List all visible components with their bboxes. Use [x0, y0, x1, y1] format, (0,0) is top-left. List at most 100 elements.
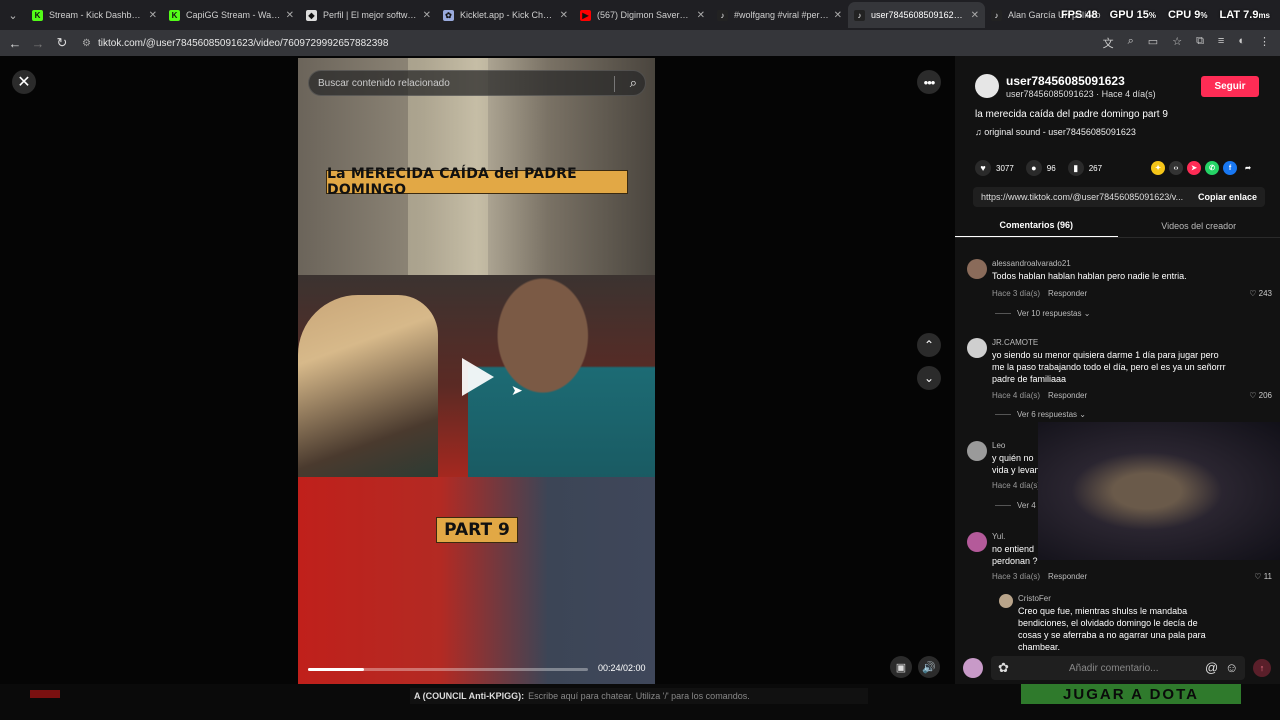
bookmark-icon[interactable]: ▮	[1067, 160, 1084, 176]
send-to-friends-icon[interactable]: ➤	[1187, 161, 1201, 175]
browser-tab[interactable]: ♪ user78456085091623 (@us ✕	[848, 2, 985, 28]
more-options-icon[interactable]: •••	[917, 70, 941, 94]
person-left	[298, 295, 438, 477]
tab-close-icon[interactable]: ✕	[971, 10, 979, 21]
save-stat[interactable]: ▮ 267	[1067, 160, 1102, 176]
browser-menu-icon[interactable]: ⋮	[1259, 35, 1270, 51]
tab-strip: K Stream - Kick Dashboard ✕ K CapiGG Stream …	[26, 2, 1122, 28]
like-stat[interactable]: ♥ 3077	[975, 160, 1014, 176]
facebook-icon[interactable]: f	[1223, 161, 1237, 175]
translate-icon[interactable]: 文	[1103, 35, 1114, 51]
share-arrow-icon[interactable]: ➦	[1241, 161, 1255, 175]
commenter-avatar[interactable]	[967, 532, 987, 552]
emoji-icon[interactable]: ☺	[1225, 660, 1238, 675]
send-comment-button[interactable]: ↑	[1253, 659, 1271, 677]
author-username[interactable]: user78456085091623	[1006, 74, 1125, 88]
tab-close-icon[interactable]: ✕	[286, 10, 294, 21]
comment-username[interactable]: JR.CAMOTE	[992, 338, 1038, 347]
view-replies-button[interactable]: Ver 6 respuestas ⌄	[995, 410, 1086, 419]
reply-button[interactable]: Responder	[1048, 289, 1087, 298]
extensions-icon[interactable]: ⧉	[1196, 35, 1204, 51]
view-replies-button[interactable]: Ver 10 respuestas ⌄	[995, 309, 1090, 318]
search-icon[interactable]: ⌕	[630, 75, 637, 91]
embed-icon[interactable]: ‹›	[1169, 161, 1183, 175]
tab-creator-videos[interactable]: Videos del creador	[1118, 214, 1280, 237]
video-player[interactable]: La MERECIDA CAÍDA del PADRE DOMINGO PART…	[298, 58, 655, 696]
heart-outline-icon[interactable]: ♡	[1249, 391, 1256, 400]
comment-bubble-icon[interactable]: ●	[1025, 160, 1042, 176]
comment-input[interactable]: ✿ Añadir comentario... @ ☺	[991, 656, 1245, 680]
zoom-icon[interactable]: ⌕	[1128, 35, 1134, 51]
comment-username[interactable]: CristoFer	[1018, 594, 1051, 603]
volume-icon[interactable]: 🔊	[918, 656, 940, 678]
comment-likes[interactable]: ♡ 11	[1254, 572, 1272, 581]
commenter-avatar[interactable]	[999, 594, 1013, 608]
emoji-sticker-icon[interactable]: ✿	[998, 660, 1009, 676]
comment-likes[interactable]: ♡ 243	[1249, 289, 1272, 298]
person-right	[468, 275, 655, 477]
comment-username[interactable]: Leo	[992, 441, 1005, 450]
play-icon[interactable]	[462, 358, 494, 396]
reply-button[interactable]: Responder	[1048, 572, 1087, 581]
music-note-icon: ♫	[975, 127, 982, 137]
repost-icon[interactable]: ✦	[1151, 161, 1165, 175]
comment-likes[interactable]: ♡ 206	[1249, 391, 1272, 400]
browser-tab[interactable]: ♪ #wolfgang #viral #peru # ✕	[711, 2, 848, 28]
commenter-avatar[interactable]	[967, 338, 987, 358]
picture-in-picture-icon[interactable]: ▣	[890, 656, 912, 678]
heart-outline-icon[interactable]: ♡	[1249, 289, 1256, 298]
back-icon[interactable]: ←	[3, 31, 27, 55]
url-field[interactable]: ⚙ tiktok.com/@user78456085091623/video/7…	[82, 33, 1162, 53]
forward-icon[interactable]: →	[26, 31, 50, 55]
cast-icon[interactable]: ▭	[1148, 35, 1158, 51]
tab-title: Perfil | El mejor software p	[323, 10, 419, 20]
reload-icon[interactable]: ↻	[50, 31, 74, 55]
gpu-stat: GPU 15%	[1109, 9, 1156, 21]
mention-icon[interactable]: @	[1205, 660, 1218, 675]
previous-video-chevron-up-icon[interactable]: ⌃	[917, 333, 941, 357]
tab-close-icon[interactable]: ✕	[149, 10, 157, 21]
tab-favicon-icon: ♪	[991, 9, 1002, 21]
view-replies-button[interactable]: Ver 4	[995, 501, 1036, 510]
commenter-avatar[interactable]	[967, 259, 987, 279]
heart-outline-icon[interactable]: ♡	[1254, 572, 1261, 581]
browser-tab[interactable]: ▶ (567) Digimon Savers - Bre ✕	[574, 2, 711, 28]
author-avatar[interactable]	[975, 74, 999, 98]
reply-button[interactable]: Responder	[1048, 391, 1087, 400]
bookmark-star-icon[interactable]: ☆	[1172, 35, 1182, 51]
panel-tabs: Comentarios (96) Videos del creador	[955, 214, 1280, 238]
comment-meta: Hace 4 día(s)	[992, 481, 1041, 490]
next-video-chevron-down-icon[interactable]: ⌄	[917, 366, 941, 390]
copy-link-button[interactable]: Copiar enlace	[1190, 192, 1265, 202]
comment-username[interactable]: alessandroalvarado21	[992, 259, 1071, 268]
share-link-field[interactable]: https://www.tiktok.com/@user784560850916…	[973, 192, 1190, 202]
video-part-caption: PART 9	[436, 517, 518, 543]
close-icon[interactable]: ✕	[12, 70, 36, 94]
comment-stat[interactable]: ● 96	[1025, 160, 1056, 176]
browser-tab[interactable]: ✿ Kicklet.app - Kick Chatbot ✕	[437, 2, 574, 28]
tab-close-icon[interactable]: ✕	[834, 10, 842, 21]
media-controls-icon[interactable]: ≡	[1218, 35, 1224, 51]
commenter-avatar[interactable]	[967, 441, 987, 461]
tab-close-icon[interactable]: ✕	[423, 10, 431, 21]
stream-chat-input[interactable]: A (COUNCIL Anti-KPIGG): Escribe aquí para…	[410, 688, 868, 704]
user-avatar[interactable]	[963, 658, 983, 678]
browser-tab[interactable]: ◆ Perfil | El mejor software p ✕	[300, 2, 437, 28]
browser-tab[interactable]: K CapiGG Stream - Watch Li ✕	[163, 2, 300, 28]
browser-tab[interactable]: K Stream - Kick Dashboard ✕	[26, 2, 163, 28]
profile-avatar[interactable]: ◐	[1238, 35, 1245, 51]
tab-close-icon[interactable]: ✕	[560, 10, 568, 21]
progress-fill	[308, 668, 364, 671]
tab-favicon-icon: ✿	[443, 9, 454, 21]
site-info-icon[interactable]: ⚙	[82, 38, 98, 49]
comment-username[interactable]: Yul.	[992, 532, 1005, 541]
tab-list-button[interactable]: ⌄	[0, 2, 26, 28]
video-progress-bar[interactable]	[308, 668, 588, 671]
related-search-input[interactable]: Buscar contenido relacionado ⌕	[308, 70, 646, 96]
tab-comments[interactable]: Comentarios (96)	[955, 214, 1118, 237]
whatsapp-icon[interactable]: ✆	[1205, 161, 1219, 175]
sound-link[interactable]: ♫ original sound - user78456085091623	[975, 127, 1136, 137]
follow-button[interactable]: Seguir	[1201, 76, 1259, 97]
tab-close-icon[interactable]: ✕	[697, 10, 705, 21]
heart-icon[interactable]: ♥	[975, 160, 991, 176]
